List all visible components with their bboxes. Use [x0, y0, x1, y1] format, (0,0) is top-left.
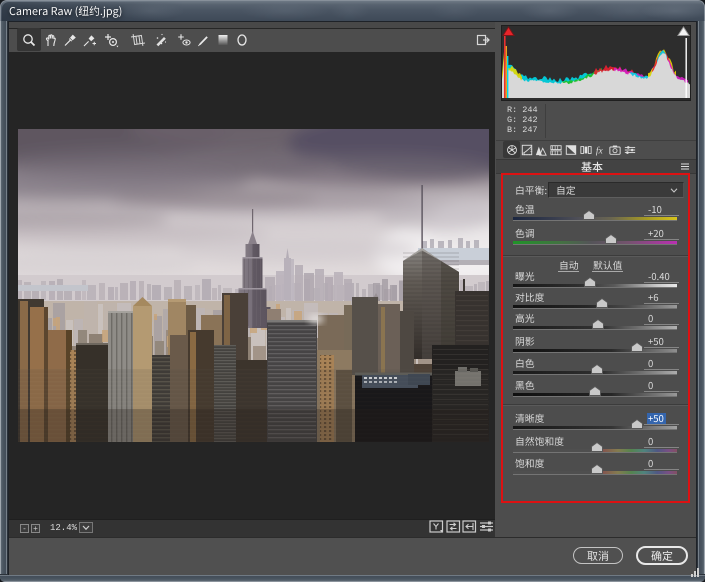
svg-text:fx: fx: [595, 145, 603, 156]
